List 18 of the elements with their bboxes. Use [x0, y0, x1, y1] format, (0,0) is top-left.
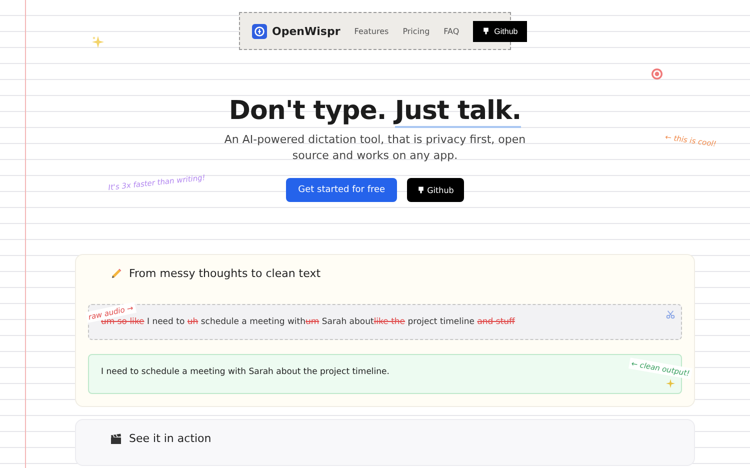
github-button[interactable]: Github	[407, 178, 464, 202]
hero-subtitle: An AI-powered dictation tool, that is privacy first, open source and works on any app.	[223, 132, 527, 164]
section-title: From messy thoughts to clean text	[129, 267, 321, 280]
clapperboard-icon	[110, 432, 122, 444]
sparkle-icon	[666, 379, 675, 388]
brand-name: OpenWispr	[272, 24, 340, 38]
target-icon	[651, 68, 663, 80]
logo-icon	[252, 24, 267, 38]
nav-link[interactable]: Features	[354, 26, 389, 36]
sparkle-icon	[92, 36, 104, 48]
nav-link[interactable]: Pricing	[402, 26, 430, 36]
nav-link[interactable]: FAQ	[444, 26, 460, 36]
hero-title: Don't type. Just talk.	[228, 96, 522, 126]
get-started-button[interactable]: Get started for free	[286, 178, 398, 202]
scissors-icon	[666, 310, 675, 319]
pencil-icon	[110, 268, 122, 280]
github-button[interactable]: Github	[473, 20, 527, 42]
section-title: See it in action	[129, 432, 212, 445]
